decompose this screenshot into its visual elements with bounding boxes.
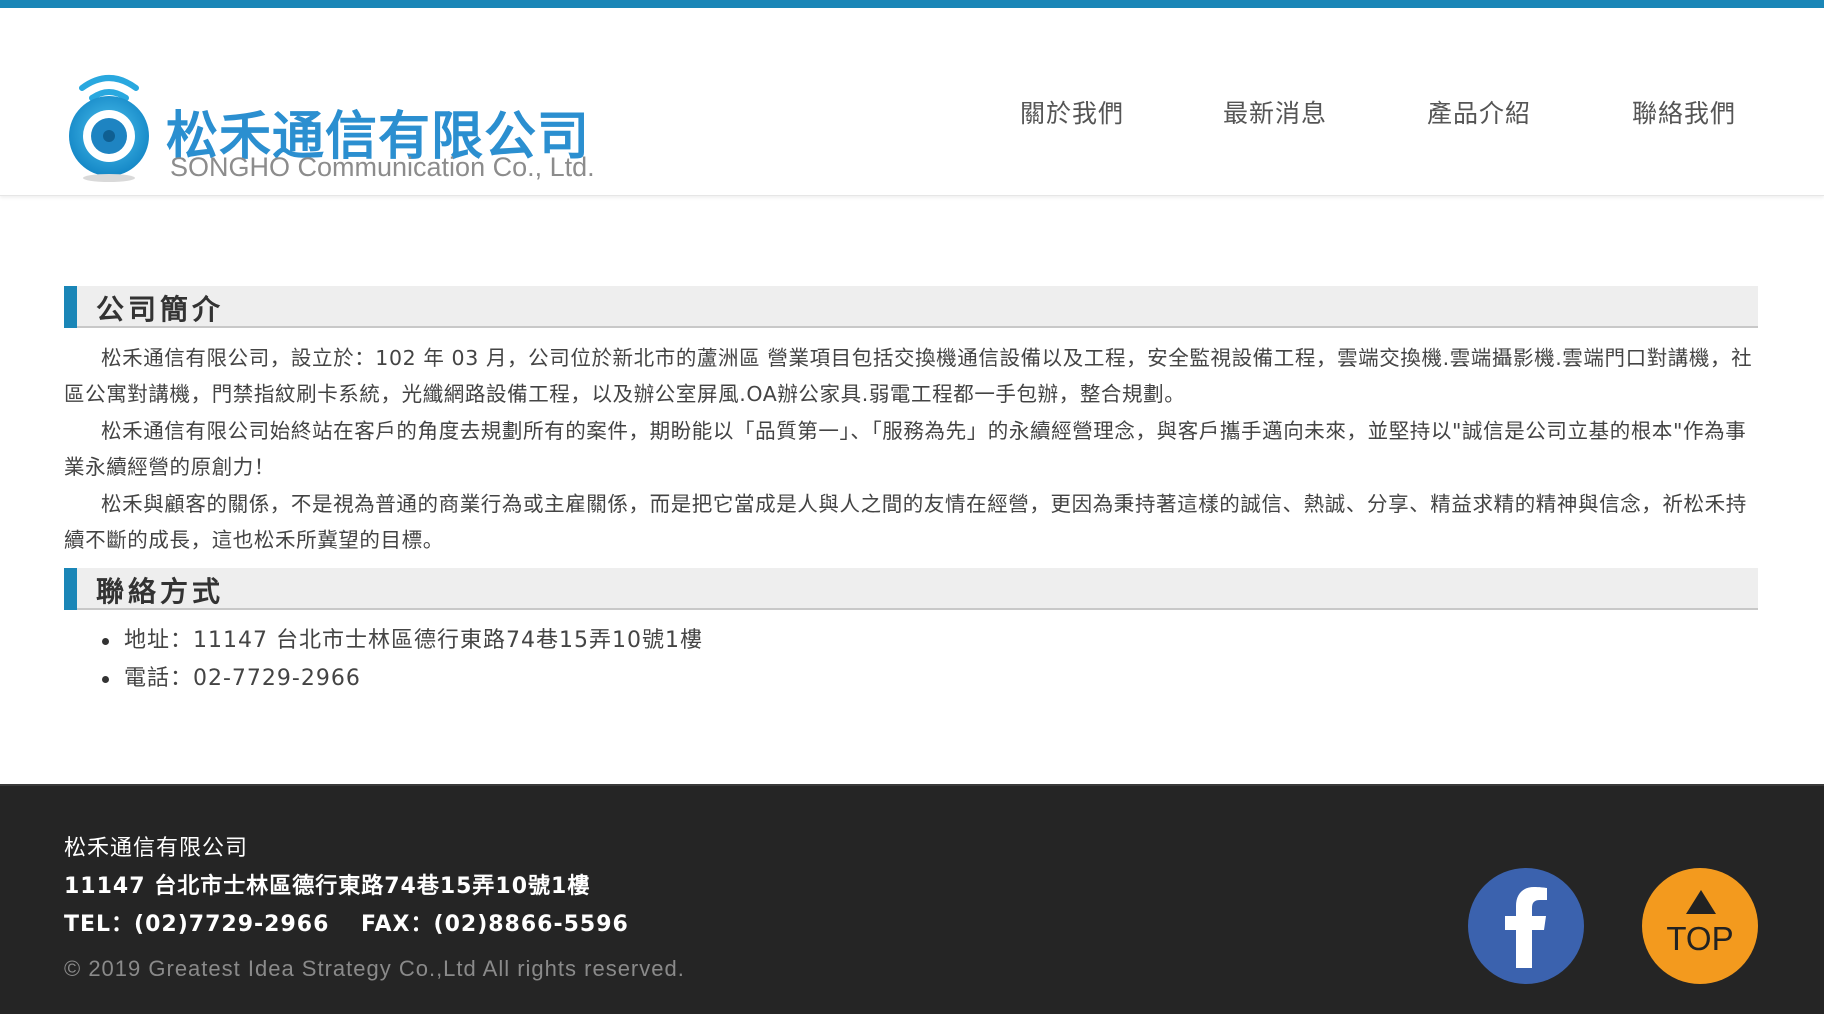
section-accent-bar <box>64 286 77 328</box>
arrow-up-icon <box>1686 890 1716 914</box>
nav-item-contact[interactable]: 聯絡我們 <box>1632 94 1736 130</box>
about-paragraph: 松禾與顧客的關係，不是視為普通的商業行為或主雇關係，而是把它當成是人與人之間的友… <box>64 492 1747 552</box>
top-label: TOP <box>1666 920 1734 957</box>
site-footer: 松禾通信有限公司 11147 台北市士林區德行東路74巷15弄10號1樓 TEL… <box>0 784 1824 1014</box>
contact-phone: 電話：02-7729-2966 <box>100 660 703 698</box>
bullet-icon <box>102 676 109 683</box>
logo-company-english: SONGHO Communication Co., Ltd. <box>170 152 595 182</box>
contact-phone-text: 電話：02-7729-2966 <box>124 666 361 691</box>
nav-item-products[interactable]: 產品介紹 <box>1427 94 1531 130</box>
about-section-header: 公司簡介 <box>64 286 1758 328</box>
contact-list: 地址：11147 台北市士林區德行東路74巷15弄10號1樓 電話：02-772… <box>100 622 703 698</box>
about-paragraph: 松禾通信有限公司始終站在客戶的角度去規劃所有的案件，期盼能以「品質第一」、「服務… <box>64 419 1747 479</box>
site-header: 松禾通信有限公司 SONGHO Communication Co., Ltd. … <box>0 8 1824 196</box>
footer-address: 11147 台北市士林區德行東路74巷15弄10號1樓 <box>64 874 591 899</box>
about-paragraph: 松禾通信有限公司，設立於：102 年 03 月，公司位於新北市的蘆洲區 營業項目… <box>64 346 1753 406</box>
back-to-top-button[interactable]: TOP <box>1642 868 1758 984</box>
bullet-icon <box>102 638 109 645</box>
footer-tel-fax: TEL：(02)7729-2966 FAX：(02)8866-5596 <box>64 912 629 937</box>
nav-item-news[interactable]: 最新消息 <box>1223 94 1327 130</box>
contact-address: 地址：11147 台北市士林區德行東路74巷15弄10號1樓 <box>100 622 703 660</box>
top-accent-bar <box>0 0 1824 8</box>
facebook-button[interactable] <box>1468 868 1584 984</box>
footer-copyright: © 2019 Greatest Idea Strategy Co.,Ltd Al… <box>64 956 685 981</box>
footer-company-name: 松禾通信有限公司 <box>64 836 249 861</box>
main-nav: 關於我們 最新消息 產品介紹 聯絡我們 <box>0 94 1824 134</box>
contact-section-header: 聯絡方式 <box>64 568 1758 610</box>
nav-item-about[interactable]: 關於我們 <box>1020 94 1124 130</box>
section-title: 聯絡方式 <box>96 575 225 608</box>
facebook-icon <box>1505 887 1547 968</box>
section-title: 公司簡介 <box>96 293 225 326</box>
contact-address-text: 地址：11147 台北市士林區德行東路74巷15弄10號1樓 <box>124 628 703 653</box>
section-accent-bar <box>64 568 77 610</box>
